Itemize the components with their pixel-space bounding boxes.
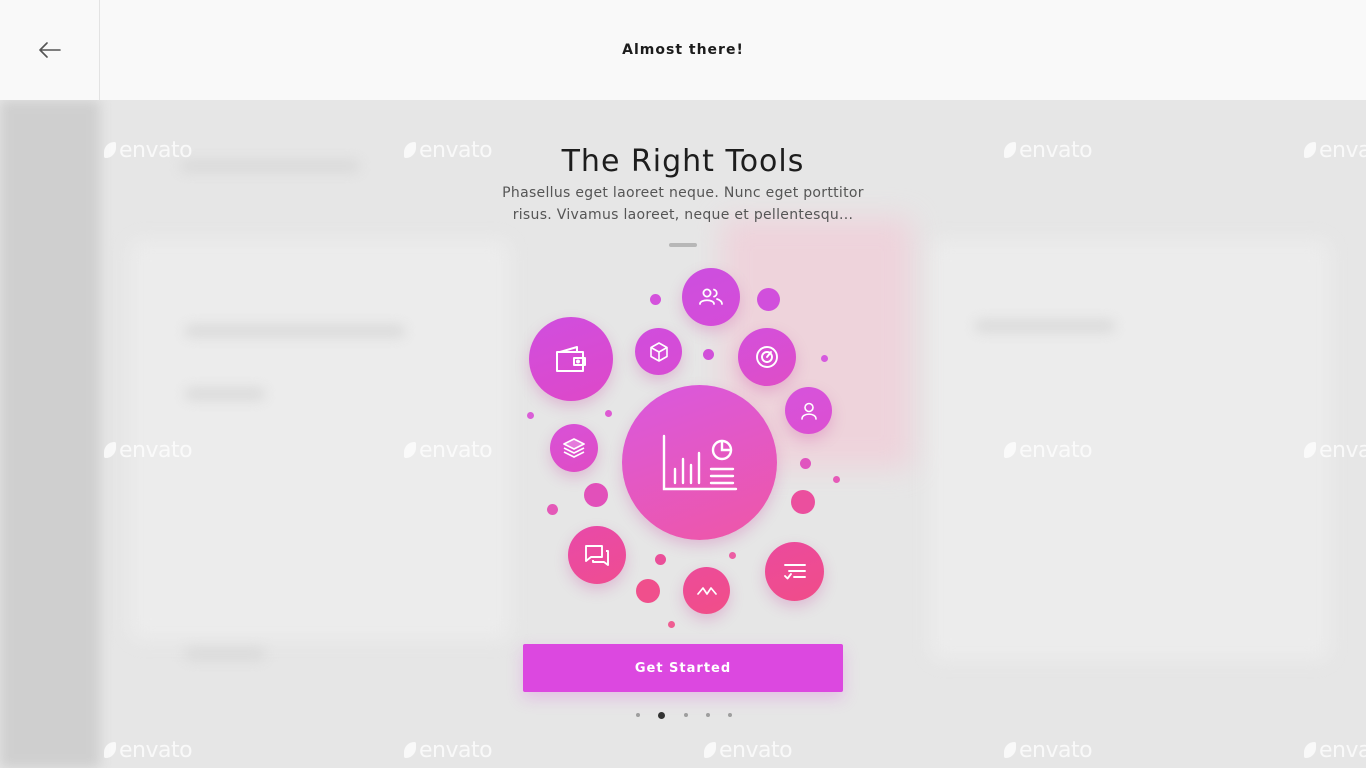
pager-dot[interactable] (636, 713, 640, 717)
background-line (975, 320, 1115, 332)
onboarding-heading: The Right Tools (561, 144, 805, 179)
page-title: Almost there! (622, 42, 744, 58)
get-started-button[interactable]: Get Started (523, 644, 843, 692)
top-bar: Almost there! (0, 0, 1366, 100)
background-card (930, 240, 1330, 660)
pager-dot[interactable] (728, 713, 732, 717)
background-line (185, 648, 265, 660)
background-highlight (722, 218, 912, 468)
pager-dot[interactable] (705, 713, 710, 717)
background-card (130, 240, 510, 640)
pager-dot-active[interactable] (658, 711, 666, 719)
background-sidebar (0, 100, 100, 768)
pager-dot[interactable] (683, 713, 688, 717)
divider (669, 243, 697, 247)
background-line (185, 388, 265, 400)
onboarding-pager (636, 709, 732, 721)
background-line (185, 325, 405, 337)
onboarding-description: Phasellus eget laoreet neque. Nunc eget … (502, 185, 864, 223)
